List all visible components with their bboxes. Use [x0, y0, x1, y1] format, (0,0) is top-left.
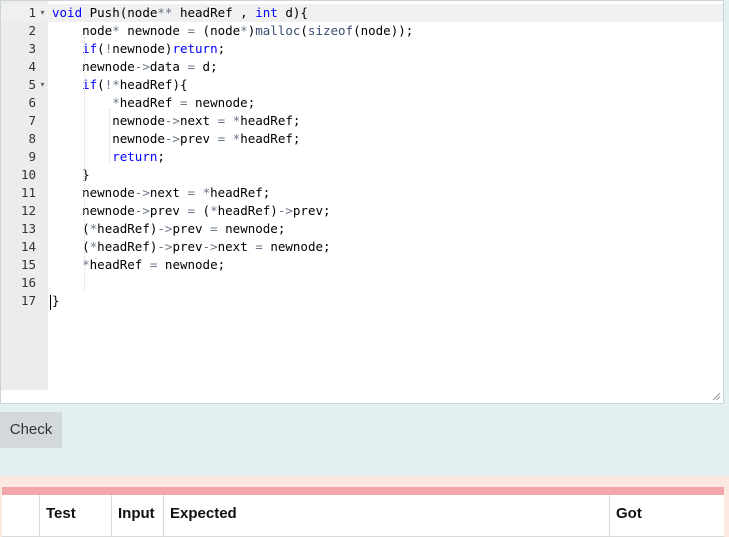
code-line[interactable]: 5 ▾ if(!*headRef){: [1, 76, 723, 94]
code-line[interactable]: 14 (*headRef)->prev->next = newnode;: [1, 238, 723, 256]
code-text: (*headRef)->prev->next = newnode;: [52, 239, 331, 254]
code-line[interactable]: 1 ▾ void Push(node** headRef , int d){: [1, 4, 723, 22]
code-line[interactable]: 3 if(!newnode)return;: [1, 40, 723, 58]
code-text: *headRef = newnode;: [82, 257, 226, 272]
code-text: newnode->prev = *headRef;: [52, 131, 301, 146]
code-text: *headRef = newnode;: [112, 95, 256, 110]
line-number: 7: [28, 113, 36, 128]
code-text: newnode->prev = (*headRef)->prev;: [52, 203, 331, 218]
line-number: 14: [20, 239, 36, 254]
code-text: if(!newnode)return;: [82, 41, 226, 56]
indent-guide: [84, 37, 85, 289]
line-number: 6: [28, 95, 36, 110]
code-text: if(!*headRef){: [82, 77, 188, 92]
line-number: 15: [20, 257, 36, 272]
line-number: 16: [20, 275, 36, 290]
line-number: 11: [20, 185, 36, 200]
code-text: newnode->data = d;: [52, 59, 218, 74]
header-expected: Expected: [164, 495, 610, 537]
code-line[interactable]: 11 newnode->next = *headRef;: [1, 184, 723, 202]
code-editor[interactable]: 1 ▾ void Push(node** headRef , int d){2 no…: [0, 0, 724, 404]
line-number: 5: [28, 77, 36, 92]
code-line[interactable]: 12 newnode->prev = (*headRef)->prev;: [1, 202, 723, 220]
line-number: 4: [28, 59, 36, 74]
code-text: }: [52, 293, 60, 308]
fold-arrow-icon[interactable]: ▾: [38, 4, 47, 22]
text-cursor: [50, 295, 51, 310]
header-test: Test: [40, 495, 112, 537]
line-number: 1: [28, 5, 36, 20]
header-input: Input: [112, 495, 164, 537]
code-line[interactable]: 17}: [1, 292, 723, 310]
line-number: 10: [20, 167, 36, 182]
line-number: 3: [28, 41, 36, 56]
line-number: 8: [28, 131, 36, 146]
code-text: void Push(node** headRef , int d){: [52, 5, 308, 20]
code-text: (*headRef)->prev = newnode;: [52, 221, 286, 236]
header-got: Got: [610, 495, 724, 537]
code-line[interactable]: 16: [1, 274, 723, 292]
resize-handle-icon[interactable]: [711, 391, 721, 401]
code-line[interactable]: 4 newnode->data = d;: [1, 58, 723, 76]
code-text: newnode->next = *headRef;: [52, 113, 301, 128]
code-text: node* newnode = (node*)malloc(sizeof(nod…: [52, 23, 414, 38]
header-blank: [2, 495, 40, 537]
results-panel: Test Input Expected Got: [0, 476, 729, 537]
code-line[interactable]: 15 *headRef = newnode;: [1, 256, 723, 274]
line-number: 13: [20, 221, 36, 236]
line-number: 9: [28, 149, 36, 164]
line-number: 2: [28, 23, 36, 38]
code-line[interactable]: 10 }: [1, 166, 723, 184]
line-number: 12: [20, 203, 36, 218]
indent-guide: [109, 109, 110, 163]
check-button[interactable]: Check: [0, 412, 62, 448]
line-number: 17: [20, 293, 36, 308]
code-line[interactable]: 13 (*headRef)->prev = newnode;: [1, 220, 723, 238]
results-table: Test Input Expected Got: [2, 487, 724, 537]
fold-arrow-icon[interactable]: ▾: [38, 76, 47, 94]
code-line[interactable]: 2 node* newnode = (node*)malloc(sizeof(n…: [1, 22, 723, 40]
